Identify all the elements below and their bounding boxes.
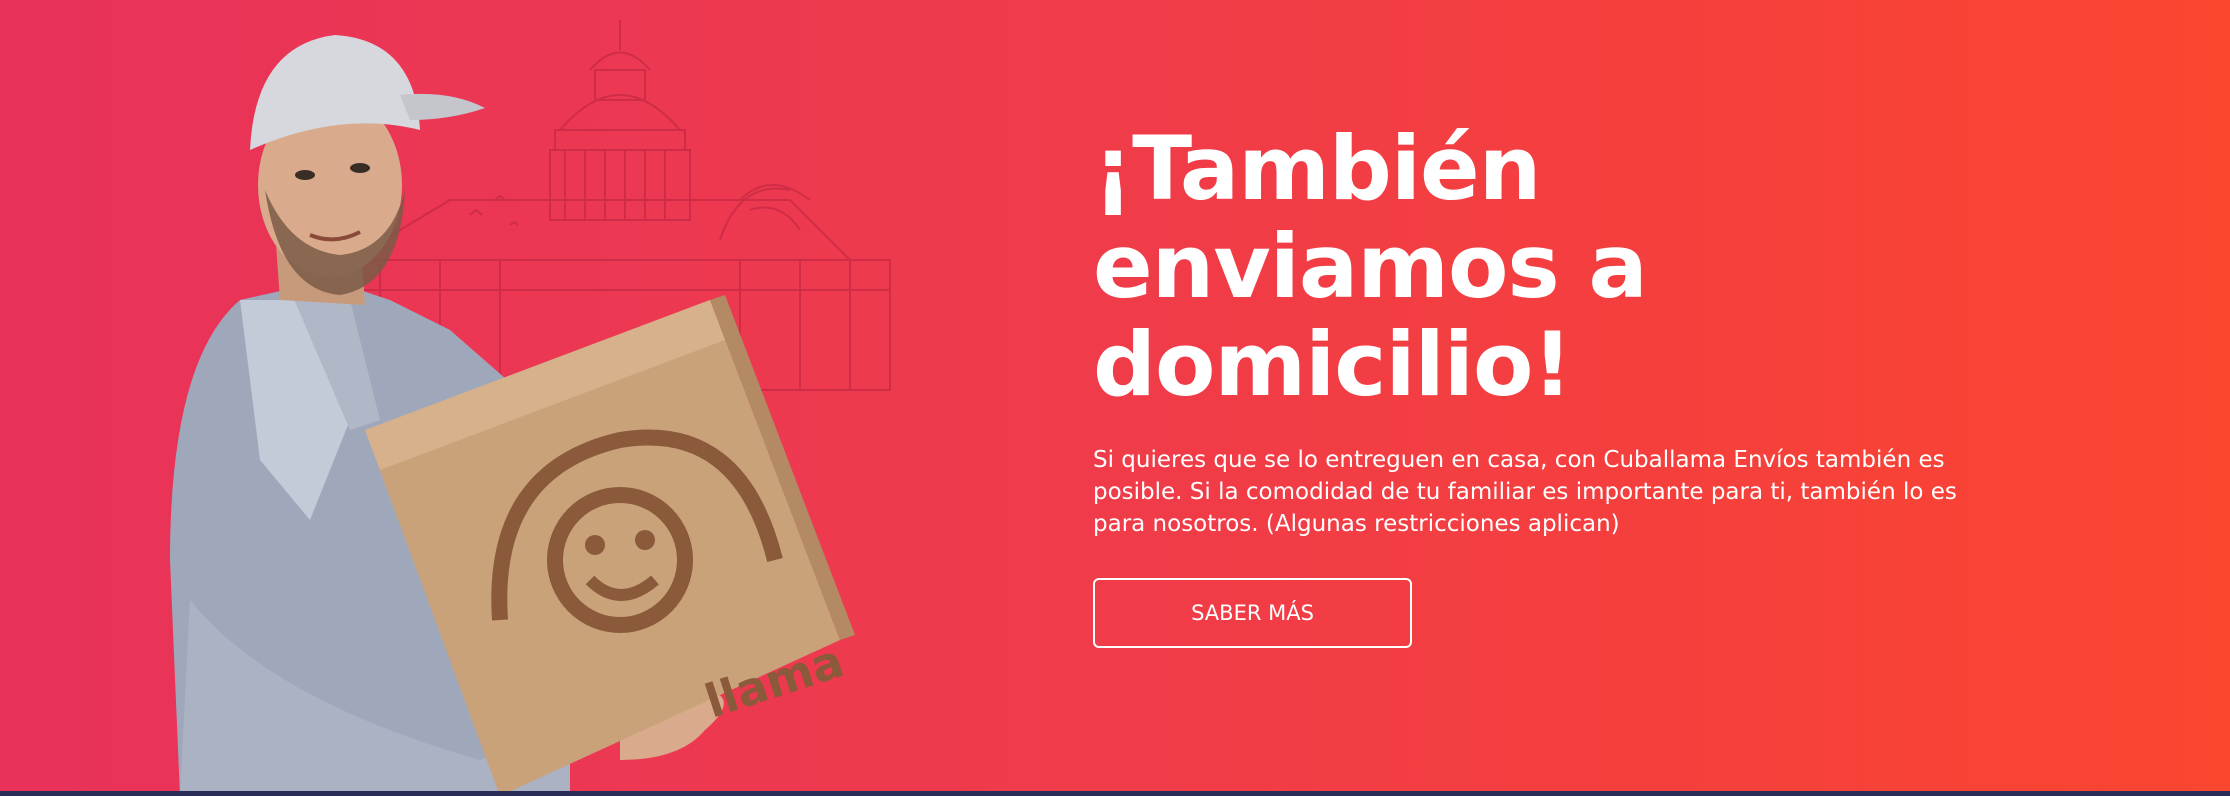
headline-line-1: ¡También: [1093, 117, 1541, 220]
hero-banner: llama ¡También enviamos a domicilio! Si …: [0, 0, 2230, 796]
headline-line-2: enviamos a: [1093, 215, 1648, 318]
delivery-illustration: llama: [150, 0, 1010, 796]
headline-line-3: domicilio!: [1093, 313, 1573, 416]
hero-description: Si quieres que se lo entreguen en casa, …: [1093, 447, 1957, 537]
bottom-bar: [0, 791, 2230, 796]
hero-headline: ¡También enviamos a domicilio!: [1093, 120, 1993, 414]
hero-content: ¡También enviamos a domicilio! Si quiere…: [1093, 120, 1993, 648]
saber-mas-button[interactable]: SABER MÁS: [1093, 578, 1412, 648]
